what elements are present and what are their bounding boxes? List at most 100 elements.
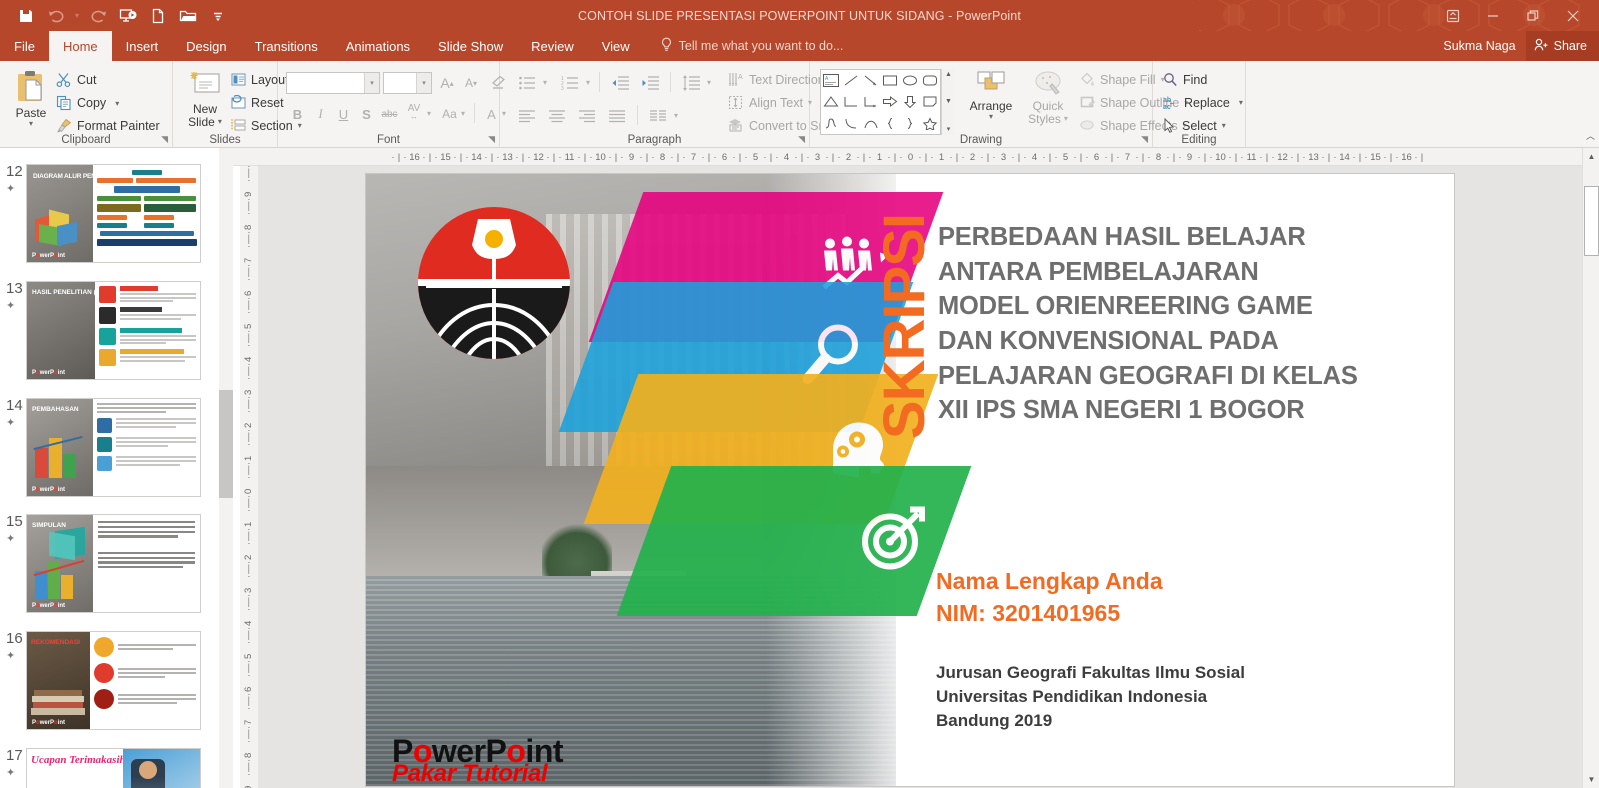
increase-indent-button[interactable] (637, 72, 663, 94)
find-button[interactable]: Find (1163, 72, 1207, 87)
start-presentation-icon[interactable] (114, 3, 142, 29)
character-spacing-button[interactable]: AV ↔ (402, 101, 426, 123)
customize-qat-icon[interactable] (204, 3, 232, 29)
align-left-button[interactable] (514, 105, 540, 127)
thumbnail-item-13[interactable]: 13✦ HASIL PENELITIAN (ANALISIS DATA POST… (0, 280, 233, 380)
text-shadow-button[interactable]: S (355, 103, 378, 125)
shape-fill-button[interactable]: Shape Fill ▾ (1080, 72, 1165, 87)
down-arrow-shape[interactable] (900, 91, 920, 112)
justify-button[interactable] (604, 105, 630, 127)
thumbnail-preview-14[interactable]: PEMBAHASAN PowerPoint (26, 398, 201, 497)
columns-dropdown-icon[interactable]: ▾ (674, 111, 678, 120)
thumbnail-preview-16[interactable]: REKOMENDASI PowerPoint (26, 631, 201, 730)
thumbnail-preview-15[interactable]: SIMPULAN PowerPoint (26, 514, 201, 613)
quick-styles-button[interactable]: Quick Styles ▾ (1022, 70, 1074, 126)
scroll-down-icon[interactable]: ▼ (1583, 771, 1599, 788)
align-text-button[interactable]: Align Text ▾ (728, 95, 812, 110)
canvas-scroll-thumb[interactable] (1584, 186, 1599, 256)
columns-button[interactable] (645, 105, 671, 127)
open-folder-icon[interactable] (174, 3, 202, 29)
quick-styles-dropdown-icon[interactable]: ▾ (1064, 114, 1068, 124)
gallery-scroll-up-icon[interactable]: ▲ (945, 71, 952, 78)
numbering-button[interactable]: 123 (557, 72, 583, 94)
slide-canvas[interactable]: SKRIPSI PERBEDAAN HASIL BELAJAR ANTARA P… (258, 166, 1582, 788)
grow-font-button[interactable]: A ▴ (436, 72, 458, 94)
textbox-shape[interactable]: A (821, 70, 841, 91)
new-slide-button[interactable]: New Slide ▾ (181, 70, 229, 129)
format-painter-button[interactable]: Format Painter (56, 118, 160, 134)
thumbnail-preview-12[interactable]: DIAGRAM ALUR PENELITIAN PowerPoint (26, 164, 201, 263)
font-name-dropdown-icon[interactable]: ▾ (364, 73, 379, 93)
tab-animations[interactable]: Animations (332, 31, 424, 61)
canvas-vertical-scrollbar[interactable]: ▲ ▼ (1582, 148, 1599, 788)
ribbon-display-options-icon[interactable] (1433, 0, 1473, 31)
clipboard-dialog-launcher[interactable]: ◥ (161, 134, 168, 145)
tab-design[interactable]: Design (172, 31, 240, 61)
decrease-indent-button[interactable] (607, 72, 633, 94)
paste-button[interactable]: Paste ▾ (6, 69, 56, 129)
change-case-dropdown-icon[interactable]: ▾ (461, 109, 465, 118)
new-file-icon[interactable] (144, 3, 172, 29)
shape-gallery[interactable]: A (820, 69, 941, 135)
arrow-shape[interactable] (861, 70, 881, 91)
replace-dropdown-icon[interactable]: ▾ (1239, 98, 1243, 107)
underline-button[interactable]: U (332, 103, 355, 125)
thumbnail-preview-13[interactable]: HASIL PENELITIAN (ANALISIS DATA POSTEST)… (26, 281, 201, 380)
save-icon[interactable] (12, 3, 40, 29)
account-name[interactable]: Sukma Naga (1433, 39, 1525, 53)
close-icon[interactable] (1553, 0, 1593, 31)
undo-dropdown-icon[interactable]: ▾ (72, 3, 82, 29)
bullets-dropdown-icon[interactable]: ▾ (543, 78, 547, 87)
current-slide[interactable]: SKRIPSI PERBEDAAN HASIL BELAJAR ANTARA P… (366, 174, 1454, 786)
undo-icon[interactable] (42, 3, 70, 29)
slide-thumbnail-pane[interactable]: 12 ✦ DIAGRAM ALUR PENELITIAN PowerPoint … (0, 148, 233, 788)
paste-dropdown-icon[interactable]: ▾ (29, 119, 33, 129)
reset-button[interactable]: Reset (231, 95, 284, 110)
change-case-button[interactable]: Aa (438, 103, 461, 125)
numbering-dropdown-icon[interactable]: ▾ (586, 78, 590, 87)
curve-shape[interactable] (841, 113, 861, 134)
font-size-input[interactable]: ▾ (383, 72, 432, 94)
copy-dropdown-icon[interactable]: ▾ (115, 99, 119, 108)
italic-button[interactable]: I (309, 103, 332, 125)
rectangle-shape[interactable] (881, 70, 901, 91)
line-shape[interactable] (841, 70, 861, 91)
cut-button[interactable]: Cut (56, 72, 96, 88)
shape-gallery-scrollbar[interactable]: ▲ ▼ ▾ (941, 69, 955, 135)
restore-icon[interactable] (1513, 0, 1553, 31)
thumbnail-item-15[interactable]: 15 ✦ SIMPULAN PowerPoint (0, 513, 233, 613)
gallery-scroll-down-icon[interactable]: ▼ (945, 98, 952, 105)
paragraph-dialog-launcher[interactable]: ◥ (798, 134, 805, 145)
scribble-shape[interactable] (821, 113, 841, 134)
shrink-font-button[interactable]: A ▾ (460, 72, 482, 94)
arrange-dropdown-icon[interactable]: ▾ (989, 112, 993, 122)
font-size-value[interactable] (384, 76, 416, 90)
redo-icon[interactable] (84, 3, 112, 29)
collapse-ribbon-button[interactable]: ︿ (1586, 129, 1595, 142)
line-spacing-button[interactable] (678, 72, 704, 94)
tab-insert[interactable]: Insert (112, 31, 173, 61)
thumbnail-item-17[interactable]: 17 ✦ Ucapan Terimakasih Kepada: (0, 747, 233, 788)
thumbnail-scroll-thumb[interactable] (219, 390, 233, 498)
thumbnail-item-16[interactable]: 16 ✦ REKOMENDASI PowerPoint (0, 630, 233, 730)
align-right-button[interactable] (574, 105, 600, 127)
oval-shape[interactable] (900, 70, 920, 91)
tab-home[interactable]: Home (48, 31, 112, 61)
thumbnail-item-12[interactable]: 12 ✦ DIAGRAM ALUR PENELITIAN PowerPoint (0, 163, 233, 263)
line-spacing-dropdown-icon[interactable]: ▾ (707, 78, 711, 87)
tab-view[interactable]: View (588, 31, 644, 61)
share-button[interactable]: Share (1525, 31, 1599, 61)
minimize-icon[interactable] (1473, 0, 1513, 31)
replace-button[interactable]: ab ac Replace ▾ (1163, 95, 1243, 111)
right-brace-shape[interactable] (900, 113, 920, 134)
font-name-value[interactable] (288, 76, 364, 90)
elbow-arrow-shape[interactable] (861, 91, 881, 112)
font-name-input[interactable]: ▾ (286, 72, 380, 94)
star-shape[interactable] (920, 113, 940, 134)
rounded-rectangle-shape[interactable] (920, 70, 940, 91)
bullets-button[interactable] (514, 72, 540, 94)
folded-corner-shape[interactable] (920, 91, 940, 112)
drawing-dialog-launcher[interactable]: ◥ (1141, 134, 1148, 145)
tab-file[interactable]: File (0, 31, 49, 61)
tab-transitions[interactable]: Transitions (241, 31, 332, 61)
